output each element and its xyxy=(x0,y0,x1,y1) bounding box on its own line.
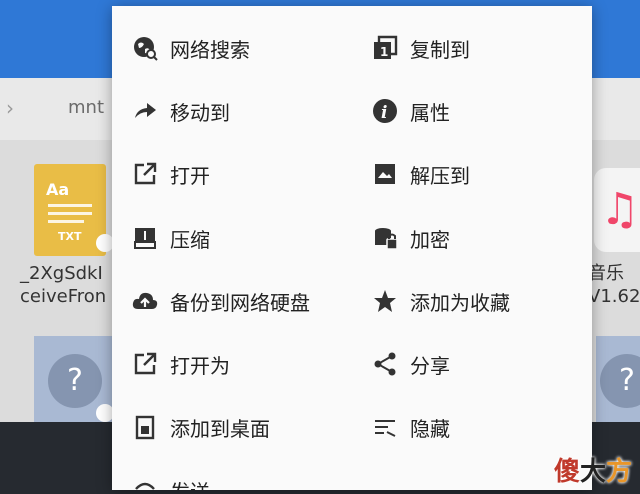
context-menu: 网络搜索 移动到 打开 压缩 备份到网络硬盘 打开为 添加到桌面 发送 1 复制… xyxy=(112,6,592,490)
txt-icon-glyph: Aa xyxy=(46,180,70,199)
menu-item-add-favorite[interactable]: 添加为收藏 xyxy=(370,281,510,321)
txt-line xyxy=(48,212,92,215)
menu-item-label: 添加到桌面 xyxy=(170,416,270,441)
menu-item-label: 隐藏 xyxy=(410,416,450,441)
send-icon xyxy=(130,475,160,490)
cloud-upload-icon xyxy=(130,286,160,316)
menu-item-label: 复制到 xyxy=(410,37,470,62)
share-icon xyxy=(370,349,400,379)
txt-ext-label: TXT xyxy=(58,230,82,243)
unknown-file-icon[interactable]: ? xyxy=(596,336,640,426)
menu-item-label: 备份到网络硬盘 xyxy=(170,290,310,315)
compress-icon xyxy=(130,223,160,253)
menu-item-web-search[interactable]: 网络搜索 xyxy=(130,28,250,68)
music-app-icon[interactable]: ♫ xyxy=(594,168,640,252)
menu-item-label: 属性 xyxy=(410,100,450,125)
menu-item-open[interactable]: 打开 xyxy=(130,154,210,194)
menu-item-label: 发送 xyxy=(170,476,210,491)
svg-text:i: i xyxy=(381,103,387,123)
extract-icon xyxy=(370,159,400,189)
menu-item-label: 压缩 xyxy=(170,227,210,252)
file-name-line: 音乐 xyxy=(588,263,624,284)
chevron-right-icon[interactable]: › xyxy=(6,96,14,120)
menu-item-share[interactable]: 分享 xyxy=(370,344,450,384)
open-external-icon xyxy=(130,159,160,189)
file-name-line: _2XgSdkI xyxy=(20,263,103,284)
move-arrow-icon xyxy=(130,96,160,126)
star-icon xyxy=(370,286,400,316)
menu-item-add-to-desktop[interactable]: 添加到桌面 xyxy=(130,407,270,447)
menu-item-label: 加密 xyxy=(410,227,450,252)
menu-item-move-to[interactable]: 移动到 xyxy=(130,91,230,131)
question-icon: ? xyxy=(48,354,102,408)
menu-item-compress[interactable]: 压缩 xyxy=(130,218,210,258)
menu-item-copy-to[interactable]: 1 复制到 xyxy=(370,28,470,68)
menu-item-label: 分享 xyxy=(410,353,450,378)
info-icon: i xyxy=(370,96,400,126)
music-note-icon: ♫ xyxy=(600,184,640,235)
add-to-desktop-icon xyxy=(130,412,160,442)
svg-text:1: 1 xyxy=(380,45,388,59)
menu-item-label: 解压到 xyxy=(410,163,470,188)
menu-item-label: 打开为 xyxy=(170,353,230,378)
watermark-logo: 傻大方 xyxy=(554,451,632,488)
txt-line xyxy=(48,220,84,223)
txt-line xyxy=(48,204,92,207)
encrypt-icon xyxy=(370,223,400,253)
menu-item-send[interactable]: 发送 xyxy=(130,470,210,490)
menu-item-encrypt[interactable]: 加密 xyxy=(370,218,450,258)
file-name: _2XgSdkI ceiveFron xyxy=(20,262,106,308)
menu-item-properties[interactable]: i 属性 xyxy=(370,91,450,131)
menu-item-open-as[interactable]: 打开为 xyxy=(130,344,230,384)
menu-item-label: 移动到 xyxy=(170,100,230,125)
file-name-line: ceiveFron xyxy=(20,286,107,307)
menu-item-backup-cloud[interactable]: 备份到网络硬盘 xyxy=(130,281,310,321)
menu-item-label: 打开 xyxy=(170,163,210,188)
menu-item-extract-to[interactable]: 解压到 xyxy=(370,154,470,194)
question-icon: ? xyxy=(600,354,640,408)
copy-icon: 1 xyxy=(370,33,400,63)
hide-icon xyxy=(370,412,400,442)
file-name: 音乐 V1.62 xyxy=(588,262,640,308)
open-as-icon xyxy=(130,349,160,379)
menu-item-label: 添加为收藏 xyxy=(410,290,510,315)
globe-search-icon xyxy=(130,33,160,63)
breadcrumb-segment[interactable]: mnt xyxy=(68,97,104,118)
watermark-char: 大 xyxy=(579,457,606,487)
menu-item-label: 网络搜索 xyxy=(170,37,250,62)
watermark-char: 傻 xyxy=(553,457,580,487)
menu-item-hide[interactable]: 隐藏 xyxy=(370,407,450,447)
file-name-line: V1.62 xyxy=(588,286,640,307)
watermark-char: 方 xyxy=(605,457,632,487)
